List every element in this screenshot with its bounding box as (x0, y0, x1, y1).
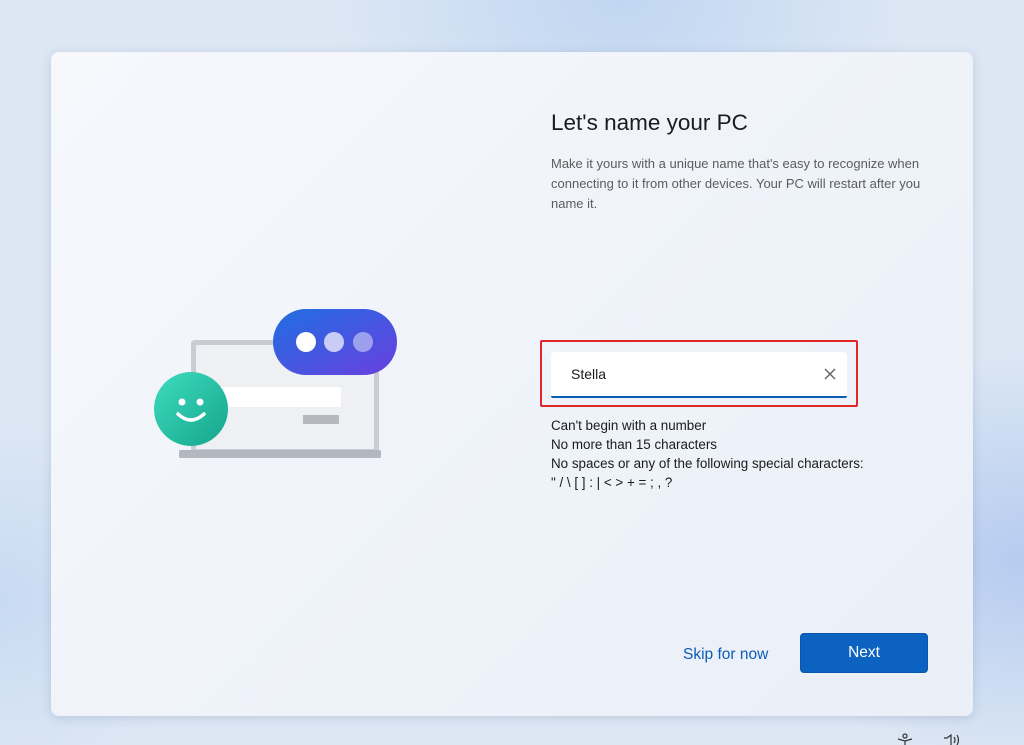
volume-icon[interactable] (943, 733, 963, 745)
skip-for-now-link[interactable]: Skip for now (683, 646, 768, 664)
name-rules-list: Can't begin with a number No more than 1… (551, 416, 864, 492)
pc-name-field[interactable] (551, 352, 847, 398)
rule-item: No spaces or any of the following specia… (551, 456, 864, 471)
clear-button[interactable] (819, 363, 841, 385)
rule-item: No more than 15 characters (551, 437, 717, 452)
rule-item: " / \ [ ] : | < > + = ; , ? (551, 475, 673, 490)
page-title: Let's name your PC (551, 110, 748, 135)
name-pc-illustration (154, 309, 397, 458)
close-icon (824, 368, 836, 380)
next-button[interactable]: Next (800, 633, 928, 673)
page-description: Make it yours with a unique name that's … (551, 156, 921, 211)
pc-name-input[interactable] (571, 352, 811, 396)
setup-card: Let's name your PC Make it yours with a … (51, 52, 973, 716)
rule-item: Can't begin with a number (551, 418, 707, 433)
accessibility-icon[interactable] (896, 733, 914, 745)
